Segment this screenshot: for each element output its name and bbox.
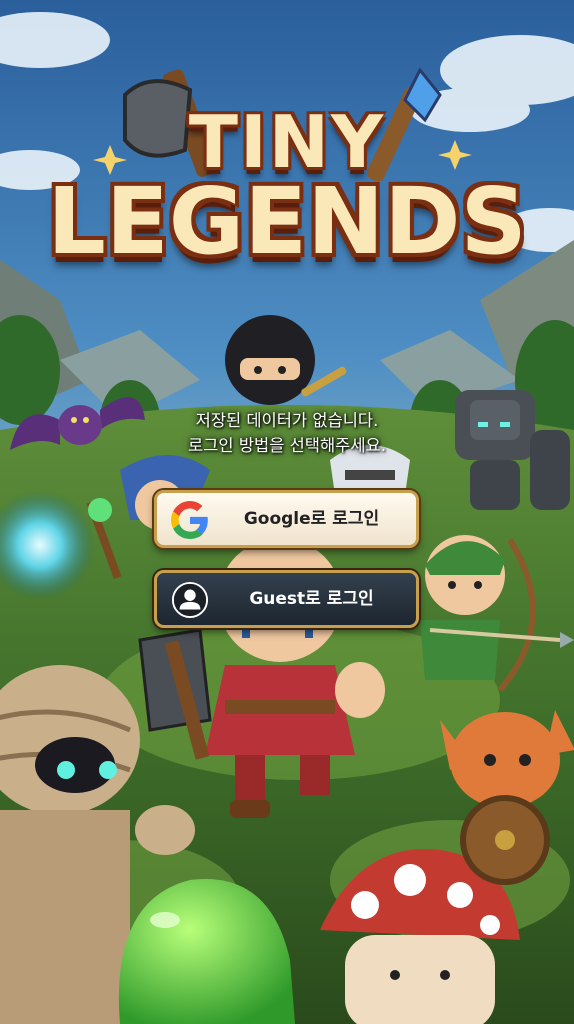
google-logo-icon <box>171 501 208 539</box>
google-login-label: Google로 로그인 <box>243 509 380 529</box>
person-icon <box>171 581 209 619</box>
game-logo-legends: LEGENDS <box>47 168 527 275</box>
message-line-2: 로그인 방법을 선택해주세요. <box>188 436 386 455</box>
guest-login-label: Guest로 로그인 <box>249 589 374 609</box>
message-line-1: 저장된 데이터가 없습니다. <box>195 411 379 430</box>
no-save-data-message: 저장된 데이터가 없습니다. 로그인 방법을 선택해주세요. <box>0 408 574 458</box>
guest-login-button[interactable]: Guest로 로그인 <box>154 570 419 628</box>
google-login-button[interactable]: Google로 로그인 <box>154 490 419 548</box>
